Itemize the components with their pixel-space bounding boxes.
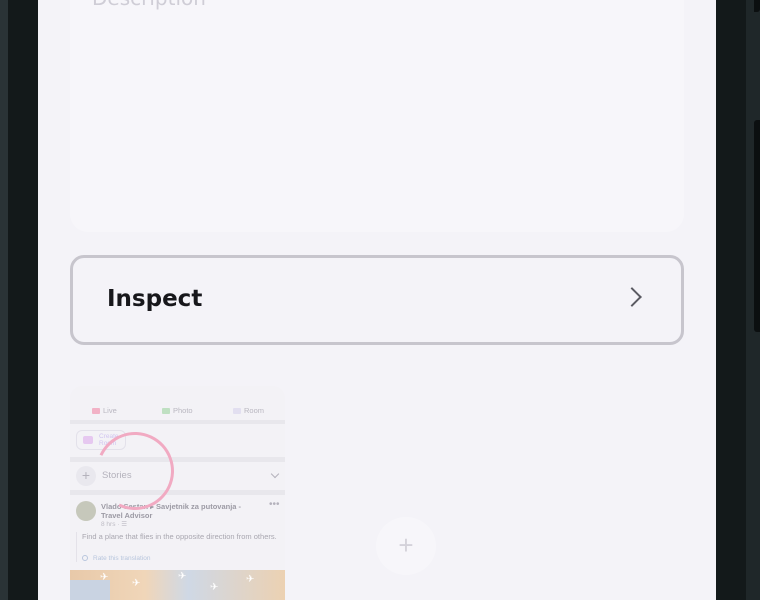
plane-icon: ✈ xyxy=(246,574,255,585)
post-meta: 8 hrs · ☰ xyxy=(101,521,128,528)
plane-icon: ✈ xyxy=(132,578,141,589)
thumbnail-photo: Photo xyxy=(162,406,193,415)
post-text: Find a plane that flies in the opposite … xyxy=(82,532,277,541)
thumbnail-toolbar: Live Photo Room xyxy=(70,402,285,422)
plus-icon: + xyxy=(76,466,96,486)
chevron-right-icon xyxy=(622,287,642,307)
description-placeholder: Description xyxy=(92,0,206,10)
plane-icon: ✈ xyxy=(178,571,187,582)
device-side-button-top xyxy=(754,0,760,12)
post-map-image: ✈ ✈ ✈ ✈ ✈ xyxy=(70,570,285,600)
divider xyxy=(70,420,285,424)
plane-icon: ✈ xyxy=(100,572,109,583)
device-side-button xyxy=(754,120,760,332)
photo-icon xyxy=(162,408,170,415)
video-icon xyxy=(92,408,100,415)
app-screen: Description Inspect Live Photo Room Crea… xyxy=(38,0,716,600)
inspect-label: Inspect xyxy=(107,286,203,312)
chevron-down-icon xyxy=(270,469,280,479)
room-icon xyxy=(233,408,241,415)
divider xyxy=(76,532,77,562)
plus-icon: + xyxy=(398,530,414,560)
inspect-button[interactable]: Inspect xyxy=(70,255,684,345)
more-icon: ••• xyxy=(269,499,280,510)
description-textarea[interactable]: Description xyxy=(70,0,684,232)
camera-icon xyxy=(83,436,93,444)
thumbnail-live: Live xyxy=(92,406,117,415)
add-screenshot-button[interactable]: + xyxy=(376,517,436,575)
plane-icon: ✈ xyxy=(210,582,219,593)
avatar xyxy=(76,501,96,521)
device-edge-left xyxy=(0,0,8,600)
rate-translation: Rate this translation xyxy=(82,555,150,562)
gear-icon xyxy=(82,555,88,562)
thumbnail-room: Room xyxy=(233,406,264,415)
